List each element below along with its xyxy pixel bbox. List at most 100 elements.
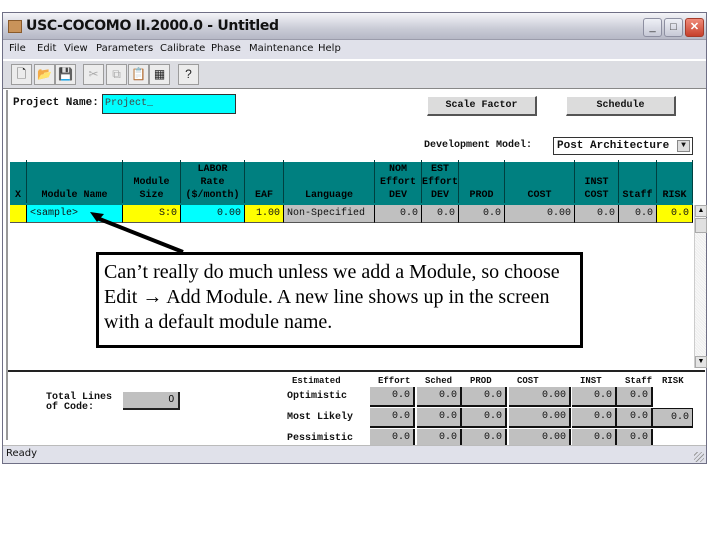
cell-module-size[interactable]: S:0 (123, 205, 181, 223)
help-icon[interactable]: ? (178, 64, 199, 85)
cell-cost[interactable]: 0.00 (505, 205, 575, 223)
menu-file[interactable]: File (9, 43, 26, 54)
column-header-line (245, 163, 283, 176)
module-grid-scrollbar[interactable]: ▲ ▼ (694, 205, 707, 368)
column-header-line (459, 176, 504, 189)
scroll-thumb[interactable] (695, 218, 707, 233)
column-header-line: Effort (379, 177, 416, 188)
development-model-label: Development Model: (424, 140, 533, 151)
save-icon[interactable]: 💾 (55, 64, 76, 85)
column-header-line: EAF (254, 190, 273, 201)
column-header-line: RISK (662, 190, 687, 201)
column-header-x: X (10, 160, 27, 203)
column-header-line: ($/month) (185, 190, 240, 201)
paste-icon[interactable]: 📋 (128, 64, 149, 85)
cell-nom-effort-dev[interactable]: 0.0 (375, 205, 422, 223)
column-header-line: Module (133, 177, 170, 188)
column-header-line: Rate (200, 177, 225, 188)
project-name-label: Project Name: (13, 97, 99, 109)
column-header-line (245, 176, 283, 189)
column-header-line: COST (584, 190, 609, 201)
development-model-select[interactable]: Post Architecture ▼ (553, 137, 693, 155)
estimate-cell-inst: 0.0 (572, 387, 617, 407)
cell-x[interactable] (10, 205, 27, 223)
menu-phase[interactable]: Phase (211, 43, 241, 54)
schedule-button[interactable]: Schedule (566, 96, 676, 116)
resize-grip-icon[interactable] (694, 452, 704, 462)
scroll-down-icon[interactable]: ▼ (695, 356, 707, 368)
menu-edit[interactable]: Edit (37, 43, 56, 54)
estimates-header-staff: Staff (625, 376, 653, 386)
column-header-line (284, 163, 374, 176)
scroll-up-icon[interactable]: ▲ (695, 205, 707, 217)
column-header-line: NOM (388, 164, 407, 175)
column-header-line (27, 163, 122, 176)
open-icon[interactable]: 📂 (34, 64, 55, 85)
cell-risk[interactable]: 0.0 (657, 205, 693, 223)
app-icon (8, 20, 22, 33)
estimate-cell-cost: 0.00 (509, 408, 571, 428)
column-header-line (575, 163, 618, 176)
estimate-cell-prod: 0.0 (462, 387, 507, 407)
cut-icon[interactable]: ✂ (83, 64, 104, 85)
cell-module-name[interactable]: <sample> (27, 205, 123, 223)
app-window: USC-COCOMO II.2000.0 - Untitled _ □ ✕ Fi… (2, 12, 707, 464)
cell-staff[interactable]: 0.0 (619, 205, 657, 223)
column-header-line: EST (430, 164, 449, 175)
estimates-header-estimated: Estimated (292, 376, 341, 386)
column-header-line: Language (304, 190, 353, 201)
estimates-header-risk: RISK (662, 376, 684, 386)
column-header-language: Language (284, 160, 375, 203)
menu-parameters[interactable]: Parameters (96, 43, 153, 54)
column-header-line (27, 176, 122, 189)
estimate-cell-sched: 0.0 (417, 387, 462, 407)
estimate-cell-effort: 0.0 (370, 387, 415, 407)
column-header-labor-rate: LABOR Rate ($/month) (181, 160, 245, 203)
add-module-icon[interactable]: ▦ (149, 64, 170, 85)
column-header-line (284, 176, 374, 189)
column-header-line (505, 163, 574, 176)
column-header-est-effort-dev: EST Effort DEV (422, 160, 459, 203)
estimate-cell-cost: 0.00 (509, 387, 571, 407)
column-header-line: Size (139, 190, 164, 201)
cell-language[interactable]: Non-Specified (284, 205, 375, 223)
close-button[interactable]: ✕ (685, 18, 704, 37)
minimize-button[interactable]: _ (643, 18, 662, 37)
cell-est-effort-dev[interactable]: 0.0 (422, 205, 459, 223)
estimate-row-label: Optimistic (287, 391, 348, 402)
total-lines-label: Total Lines of Code: (46, 393, 112, 413)
maximize-button[interactable]: □ (664, 18, 683, 37)
menu-view[interactable]: View (64, 43, 88, 54)
column-header-eaf: EAF (245, 160, 284, 203)
estimate-cell-inst: 0.0 (572, 408, 617, 428)
estimates-header-cost: COST (517, 376, 539, 386)
estimate-cell-sched: 0.0 (417, 408, 462, 428)
title-bar[interactable]: USC-COCOMO II.2000.0 - Untitled _ □ ✕ (3, 13, 706, 40)
cell-labor-rate[interactable]: 0.00 (181, 205, 245, 223)
column-header-nom-effort-dev: NOM Effort DEV (375, 160, 422, 203)
column-header-line (459, 163, 504, 176)
column-header-line: DEV (388, 190, 407, 201)
annotation-callout: Can’t really do much unless we add a Mod… (96, 252, 583, 348)
new-icon[interactable]: 🗋 (11, 64, 32, 85)
menu-maintenance[interactable]: Maintenance (249, 43, 313, 54)
copy-icon[interactable]: ⧉ (106, 64, 127, 85)
column-header-line: Staff (622, 190, 653, 201)
column-header-line (123, 163, 180, 176)
module-row[interactable]: <sample> S:0 0.00 1.00 Non-Specified 0.0 0.0 0.… (10, 205, 693, 223)
cell-eaf[interactable]: 1.00 (245, 205, 284, 223)
menu-calibrate[interactable]: Calibrate (160, 43, 205, 54)
window-title: USC-COCOMO II.2000.0 - Untitled (26, 18, 279, 34)
project-name-input[interactable]: Project_ (102, 94, 236, 114)
scale-factor-button[interactable]: Scale Factor (427, 96, 537, 116)
dropdown-arrow-icon[interactable]: ▼ (677, 140, 690, 152)
menu-help[interactable]: Help (318, 43, 341, 54)
column-header-line (657, 163, 692, 176)
column-header-line (10, 163, 26, 176)
column-header-line: INST (584, 177, 609, 188)
column-header-line: Effort (422, 177, 459, 188)
section-divider (8, 370, 705, 372)
total-lines-label-line2: of Code: (46, 402, 95, 413)
cell-inst-cost[interactable]: 0.0 (575, 205, 619, 223)
cell-prod[interactable]: 0.0 (459, 205, 505, 223)
